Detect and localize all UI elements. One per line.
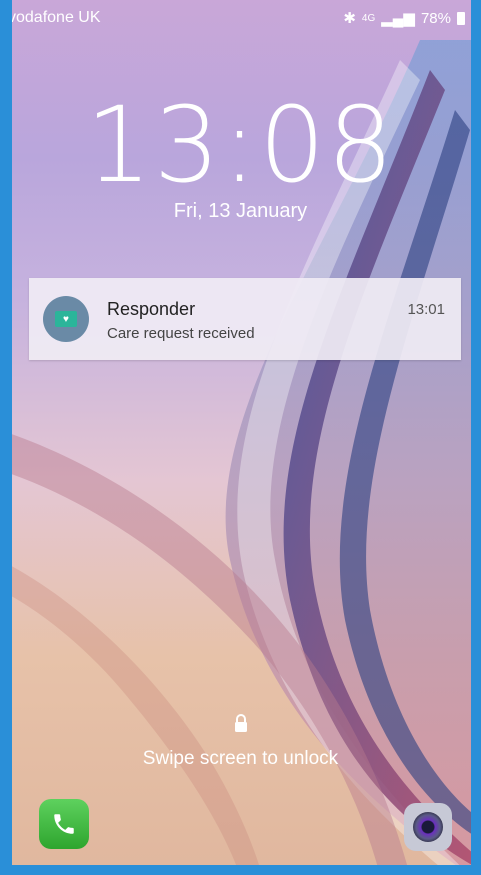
notification-time: 13:01 bbox=[407, 301, 445, 318]
unlock-hint: Swipe screen to unlock bbox=[142, 748, 339, 769]
date-label: Fri, 13 January bbox=[173, 200, 308, 222]
responder-app-icon: ♥ bbox=[43, 296, 89, 342]
carrier-label: vodafone UK bbox=[8, 9, 101, 26]
network-type: 4G bbox=[361, 12, 376, 24]
notification-card[interactable]: ♥ Responder Care request received 13:01 bbox=[29, 278, 461, 360]
phone-icon bbox=[54, 814, 74, 834]
signal-icon: ▂▄▆ bbox=[381, 10, 415, 27]
notification-title: Responder bbox=[107, 299, 196, 319]
battery-icon bbox=[457, 11, 465, 25]
camera-shortcut-button[interactable] bbox=[404, 803, 452, 851]
lock-screen: vodafone UK ✱ 4G ▂▄▆ 78% 13:08 Fri, 13 J… bbox=[0, 0, 481, 875]
status-bar: vodafone UK ✱ 4G ▂▄▆ 78% bbox=[0, 0, 481, 36]
battery-percent: 78% bbox=[420, 9, 451, 27]
bluetooth-icon: ✱ bbox=[343, 10, 356, 27]
phone-shortcut-button[interactable] bbox=[39, 799, 89, 849]
edge-panel-handle[interactable] bbox=[471, 90, 481, 280]
lock-icon bbox=[235, 714, 247, 732]
heart-icon: ♥ bbox=[55, 311, 77, 327]
status-icons: ✱ 4G ▂▄▆ 78% bbox=[343, 9, 465, 27]
camera-icon bbox=[413, 812, 443, 842]
clock: 13:08 bbox=[85, 84, 396, 206]
notification-message: Care request received bbox=[107, 325, 255, 342]
